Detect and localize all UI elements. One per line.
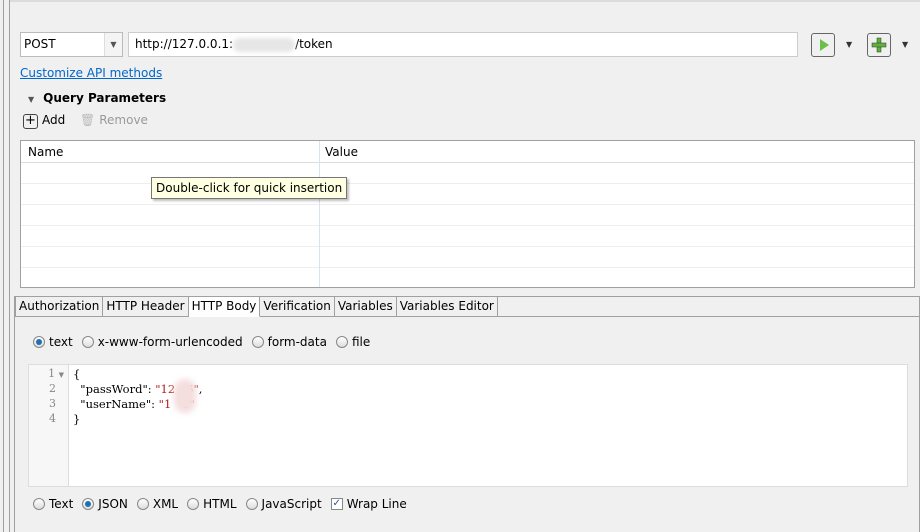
table-header: Name Value	[21, 141, 914, 163]
customize-api-methods-link[interactable]: Customize API methods	[20, 66, 162, 80]
radio-x-www-form-urlencoded[interactable]: x-www-form-urlencoded	[81, 335, 243, 349]
radio-file[interactable]: file	[335, 335, 371, 349]
plus-icon	[871, 37, 887, 53]
method-select[interactable]: POST ▼	[20, 32, 123, 57]
fold-icon: ▼	[58, 371, 64, 379]
code-line: {	[73, 367, 81, 381]
redacted-port	[233, 37, 296, 52]
tab-verification[interactable]: Verification	[260, 296, 335, 317]
radio-dot	[136, 498, 149, 510]
table-row[interactable]	[21, 226, 914, 247]
chevron-down-icon[interactable]: ▼	[104, 33, 122, 56]
format-html[interactable]: HTML	[187, 497, 237, 511]
collapse-triangle-icon: ▼	[28, 95, 35, 104]
tab-authorization[interactable]: Authorization	[15, 296, 104, 317]
radio-label: HTML	[203, 497, 237, 511]
url-input[interactable]: http://127.0.0.1: /token	[128, 32, 798, 57]
radio-label: text	[49, 335, 73, 349]
code-editor[interactable]: 1 ▼ 2 3 4 { "passWord": "12 6", "userNam…	[28, 364, 908, 487]
query-params-table[interactable]: Name Value	[20, 140, 915, 289]
tab-bar: Authorization HTTP Header HTTP Body Veri…	[15, 296, 498, 317]
format-xml[interactable]: XML	[136, 497, 179, 511]
radio-dot	[335, 336, 348, 348]
radio-form-data[interactable]: form-data	[251, 335, 327, 349]
checkbox-label: Wrap Line	[346, 497, 407, 511]
line-number: 3	[49, 397, 56, 410]
line-number: 2	[49, 382, 56, 395]
radio-label: Text	[49, 497, 74, 511]
line-gutter: 1 ▼ 2 3 4	[29, 365, 69, 486]
remove-label: Remove	[99, 113, 148, 127]
run-dropdown-chevron-icon[interactable]: ▼	[846, 40, 852, 49]
add-button[interactable]	[867, 33, 891, 57]
radio-dot	[33, 336, 45, 348]
line-number: 1 ▼	[48, 367, 64, 380]
redacted-values	[174, 379, 196, 413]
column-value: Value	[325, 145, 358, 159]
radio-label: XML	[152, 497, 179, 511]
body-type-group: text x-www-form-urlencoded form-data fil…	[33, 335, 379, 349]
remove-param-button[interactable]: 🗑 Remove	[80, 113, 148, 127]
tab-variables-editor[interactable]: Variables Editor	[396, 296, 498, 317]
left-border-inner	[9, 0, 10, 532]
tab-http-header[interactable]: HTTP Header	[103, 296, 189, 317]
add-param-button[interactable]: + Add	[23, 113, 65, 129]
left-border	[3, 0, 4, 532]
trash-icon: 🗑	[80, 113, 96, 127]
radio-text[interactable]: text	[33, 335, 73, 349]
radio-label: JavaScript	[261, 497, 322, 511]
radio-dot	[251, 336, 264, 348]
tab-http-body[interactable]: HTTP Body	[188, 296, 261, 317]
method-value: POST	[24, 37, 56, 51]
radio-label: JSON	[98, 497, 128, 511]
add-label: Add	[42, 113, 66, 127]
format-group: Text JSON XML HTML JavaScript ✓ Wrap Line	[33, 497, 416, 511]
checkmark-icon: ✓	[330, 498, 343, 510]
radio-label: x-www-form-urlencoded	[97, 335, 243, 349]
table-row[interactable]	[21, 268, 914, 289]
format-json[interactable]: JSON	[82, 497, 128, 511]
wrap-line-checkbox[interactable]: ✓ Wrap Line	[330, 497, 407, 511]
radio-label: form-data	[267, 335, 327, 349]
line-number: 4	[49, 412, 56, 425]
table-row[interactable]	[21, 205, 914, 226]
section-title: Query Parameters	[43, 91, 167, 105]
tooltip: Double-click for quick insertion	[151, 177, 348, 199]
top-border	[10, 0, 920, 2]
radio-dot	[82, 498, 95, 510]
code-line: }	[73, 412, 81, 426]
play-icon	[820, 39, 829, 51]
radio-label: file	[351, 335, 371, 349]
query-parameters-header[interactable]: ▼ Query Parameters	[28, 91, 166, 105]
run-button[interactable]	[811, 33, 835, 57]
radio-dot	[245, 498, 258, 510]
plus-square-icon: +	[23, 114, 38, 129]
table-row[interactable]	[21, 247, 914, 268]
url-prefix: http://127.0.0.1:	[135, 37, 234, 51]
add-dropdown-chevron-icon[interactable]: ▼	[902, 40, 908, 49]
format-text[interactable]: Text	[33, 497, 73, 511]
column-divider	[319, 141, 320, 287]
tab-variables[interactable]: Variables	[334, 296, 397, 317]
url-suffix: /token	[295, 37, 333, 51]
column-name: Name	[28, 145, 64, 159]
radio-dot	[81, 336, 94, 348]
radio-dot	[33, 498, 45, 510]
radio-dot	[187, 498, 200, 510]
format-javascript[interactable]: JavaScript	[245, 497, 322, 511]
